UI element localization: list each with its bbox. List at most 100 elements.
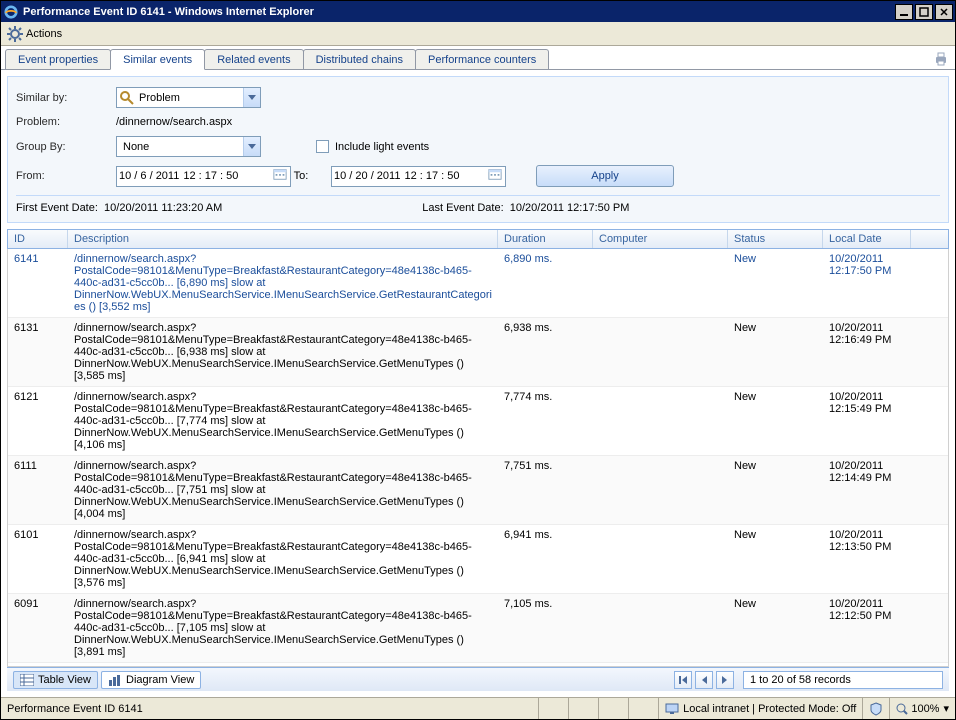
include-light-checkbox[interactable]: Include light events bbox=[316, 140, 429, 153]
magnifier-icon bbox=[119, 90, 135, 106]
table-view-button[interactable]: Table View bbox=[13, 671, 98, 689]
include-light-label: Include light events bbox=[335, 141, 429, 153]
zoom-control[interactable]: 100% ▾ bbox=[889, 698, 955, 719]
cell-date: 10/20/2011 12:13:50 PM bbox=[823, 527, 911, 591]
from-label: From: bbox=[16, 170, 116, 182]
gear-icon bbox=[7, 26, 23, 42]
calendar-icon[interactable] bbox=[271, 167, 289, 185]
cell-duration: 6,938 ms. bbox=[498, 320, 593, 384]
cell-computer bbox=[593, 251, 728, 315]
col-status[interactable]: Status bbox=[728, 230, 823, 248]
table-icon bbox=[20, 674, 34, 686]
cell-id[interactable]: 6141 bbox=[8, 251, 68, 315]
col-computer[interactable]: Computer bbox=[593, 230, 728, 248]
chevron-down-icon[interactable] bbox=[243, 88, 260, 107]
chevron-down-icon[interactable] bbox=[243, 137, 260, 156]
calendar-icon[interactable] bbox=[486, 167, 504, 185]
to-date-input[interactable]: 10 / 20 / 2011 12 : 17 : 50 bbox=[331, 166, 506, 187]
grid-header: ID Description Duration Computer Status … bbox=[7, 229, 949, 249]
apply-button[interactable]: Apply bbox=[536, 165, 674, 187]
cell-description[interactable]: /dinnernow/search.aspx?PostalCode=98101&… bbox=[68, 320, 498, 384]
cell-description[interactable]: /dinnernow/search.aspx?PostalCode=98101&… bbox=[68, 251, 498, 315]
col-id[interactable]: ID bbox=[8, 230, 68, 248]
group-by-combo[interactable]: None bbox=[116, 136, 261, 157]
content-area: Event properties Similar events Related … bbox=[1, 46, 955, 697]
protected-mode-icon[interactable] bbox=[862, 698, 889, 719]
cell-description[interactable]: /dinnernow/search.aspx?PostalCode=98101&… bbox=[68, 389, 498, 453]
cell-status: New bbox=[728, 458, 823, 522]
events-grid: ID Description Duration Computer Status … bbox=[7, 229, 949, 667]
table-row[interactable]: 6121/dinnernow/search.aspx?PostalCode=98… bbox=[8, 387, 948, 456]
titlebar: Performance Event ID 6141 - Windows Inte… bbox=[1, 1, 955, 22]
group-by-value: None bbox=[117, 141, 243, 153]
chevron-down-icon[interactable]: ▾ bbox=[943, 702, 949, 715]
cell-computer bbox=[593, 527, 728, 591]
actions-bar: Actions bbox=[1, 22, 955, 46]
table-row[interactable]: 6131/dinnernow/search.aspx?PostalCode=98… bbox=[8, 318, 948, 387]
apply-label: Apply bbox=[591, 170, 619, 182]
cell-duration: 6,941 ms. bbox=[498, 527, 593, 591]
cell-duration: 7,751 ms. bbox=[498, 458, 593, 522]
cell-id[interactable]: 6131 bbox=[8, 320, 68, 384]
to-label: To: bbox=[291, 170, 311, 182]
to-date-value[interactable]: 10 / 20 / 2011 bbox=[332, 170, 402, 182]
cell-id[interactable]: 6111 bbox=[8, 458, 68, 522]
prev-page-button[interactable] bbox=[695, 671, 713, 689]
cell-description[interactable]: /dinnernow/search.aspx?PostalCode=98101&… bbox=[68, 527, 498, 591]
chart-icon bbox=[108, 674, 122, 686]
cell-id[interactable]: 6101 bbox=[8, 527, 68, 591]
window-title: Performance Event ID 6141 - Windows Inte… bbox=[23, 6, 893, 18]
cell-id[interactable]: 6121 bbox=[8, 389, 68, 453]
diagram-view-label: Diagram View bbox=[126, 674, 194, 686]
similar-by-combo[interactable]: Problem bbox=[116, 87, 261, 108]
tab-event-properties[interactable]: Event properties bbox=[5, 49, 111, 69]
actions-menu[interactable]: Actions bbox=[26, 28, 62, 40]
grid-footer: Table View Diagram View 1 to 20 of 58 re… bbox=[7, 667, 949, 691]
col-description[interactable]: Description bbox=[68, 230, 498, 248]
cell-status: New bbox=[728, 389, 823, 453]
cell-status: New bbox=[728, 251, 823, 315]
tab-similar-events[interactable]: Similar events bbox=[110, 49, 205, 70]
to-time-value[interactable]: 12 : 17 : 50 bbox=[402, 170, 461, 182]
cell-date: 10/20/2011 12:16:49 PM bbox=[823, 320, 911, 384]
ie-icon bbox=[3, 4, 19, 20]
table-row[interactable]: 6111/dinnernow/search.aspx?PostalCode=98… bbox=[8, 456, 948, 525]
tab-performance-counters[interactable]: Performance counters bbox=[415, 49, 549, 69]
col-duration[interactable]: Duration bbox=[498, 230, 593, 248]
tab-distributed-chains[interactable]: Distributed chains bbox=[303, 49, 416, 69]
table-row[interactable]: 6091/dinnernow/search.aspx?PostalCode=98… bbox=[8, 594, 948, 663]
from-date-input[interactable]: 10 / 6 / 2011 12 : 17 : 50 bbox=[116, 166, 291, 187]
cell-date: 10/20/2011 12:12:50 PM bbox=[823, 596, 911, 660]
table-row[interactable]: 6101/dinnernow/search.aspx?PostalCode=98… bbox=[8, 525, 948, 594]
cell-computer bbox=[593, 596, 728, 660]
cell-id[interactable]: 6091 bbox=[8, 596, 68, 660]
group-by-label: Group By: bbox=[16, 141, 116, 153]
computer-icon bbox=[665, 703, 679, 715]
table-row[interactable]: 6141/dinnernow/search.aspx?PostalCode=98… bbox=[8, 249, 948, 318]
cell-computer bbox=[593, 389, 728, 453]
filter-panel: Similar by: Problem Problem: /dinnernow/… bbox=[7, 76, 949, 223]
security-zone: Local intranet | Protected Mode: Off bbox=[658, 698, 862, 719]
last-event-date: Last Event Date: 10/20/2011 12:17:50 PM bbox=[422, 202, 629, 214]
from-date-value[interactable]: 10 / 6 / 2011 bbox=[117, 170, 181, 182]
grid-body[interactable]: 6141/dinnernow/search.aspx?PostalCode=98… bbox=[7, 249, 949, 667]
cell-description[interactable]: /dinnernow/search.aspx?PostalCode=98101&… bbox=[68, 458, 498, 522]
problem-value: /dinnernow/search.aspx bbox=[116, 116, 232, 128]
first-page-button[interactable] bbox=[674, 671, 692, 689]
cell-description[interactable]: /dinnernow/search.aspx?PostalCode=98101&… bbox=[68, 596, 498, 660]
maximize-button[interactable] bbox=[915, 4, 933, 20]
checkbox-icon[interactable] bbox=[316, 140, 329, 153]
from-time-value[interactable]: 12 : 17 : 50 bbox=[181, 170, 240, 182]
cell-duration: 6,890 ms. bbox=[498, 251, 593, 315]
first-event-date: First Event Date: 10/20/2011 11:23:20 AM bbox=[16, 202, 222, 214]
next-page-button[interactable] bbox=[716, 671, 734, 689]
tab-related-events[interactable]: Related events bbox=[204, 49, 303, 69]
minimize-button[interactable] bbox=[895, 4, 913, 20]
print-icon[interactable] bbox=[933, 51, 949, 67]
close-button[interactable] bbox=[935, 4, 953, 20]
pager-text: 1 to 20 of 58 records bbox=[743, 671, 943, 689]
similar-by-label: Similar by: bbox=[16, 92, 116, 104]
col-local-date[interactable]: Local Date bbox=[823, 230, 911, 248]
diagram-view-button[interactable]: Diagram View bbox=[101, 671, 201, 689]
cell-duration: 7,105 ms. bbox=[498, 596, 593, 660]
